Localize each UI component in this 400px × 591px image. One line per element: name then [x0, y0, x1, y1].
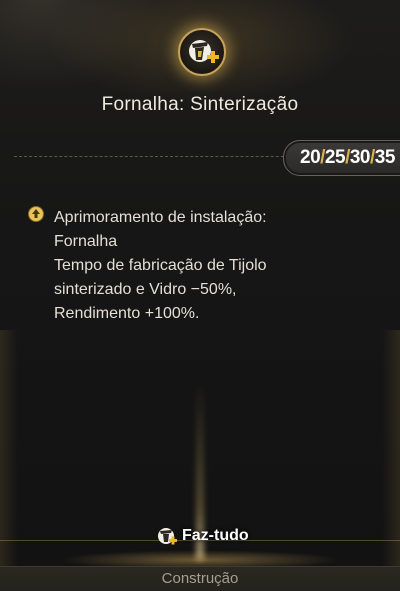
level-value-1: 20: [300, 147, 321, 168]
description-line: Tempo de fabricação de Tijolo: [54, 257, 267, 274]
title-divider: [14, 156, 314, 157]
level-badge: 20/25/30/35: [283, 140, 400, 176]
category-footer: Construção: [0, 566, 400, 591]
craft-tag: Faz-tudo: [156, 524, 249, 548]
level-value-4: 35: [374, 147, 396, 168]
level-value-2: 25: [324, 147, 346, 168]
skill-description: Aprimoramento de instalação: Fornalha Te…: [54, 206, 374, 326]
category-label: Construção: [161, 570, 239, 587]
description-line: Aprimoramento de instalação:: [54, 209, 267, 226]
faz-tudo-icon: [158, 528, 177, 545]
level-values: 20/25/30/35: [300, 147, 395, 169]
upgrade-arrow-icon: [28, 206, 44, 222]
description-line: Rendimento +100%.: [54, 305, 200, 322]
description-line: Fornalha: [54, 233, 118, 250]
fornalha-plus-icon: [178, 28, 226, 76]
description-line: sinterizado e Vidro −50%,: [54, 281, 237, 298]
level-value-3: 30: [349, 147, 371, 168]
skill-title: Fornalha: Sinterização: [101, 94, 299, 115]
skill-card: Fornalha: Sinterização 20/25/30/35 Aprim…: [0, 0, 400, 591]
craft-label: Faz-tudo: [182, 527, 249, 544]
